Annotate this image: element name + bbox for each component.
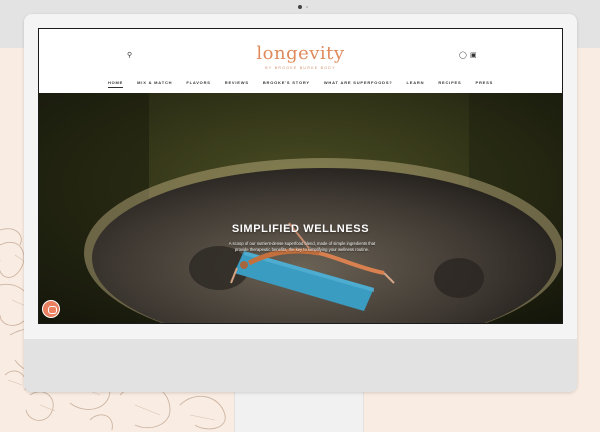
monitor-chin bbox=[24, 339, 577, 392]
nav-recipes[interactable]: RECIPES bbox=[438, 80, 461, 88]
nav-brookes-story[interactable]: BROOKE'S STORY bbox=[263, 80, 310, 88]
nav-learn[interactable]: LEARN bbox=[407, 80, 425, 88]
site-header: ⚲ longevity BY BROOKE BURKE BODY ◯ ▣ HOM… bbox=[39, 29, 562, 93]
nav-flavors[interactable]: FLAVORS bbox=[186, 80, 210, 88]
site-logo[interactable]: longevity bbox=[39, 43, 562, 64]
cart-icon[interactable]: ▣ bbox=[470, 52, 477, 60]
chat-icon[interactable] bbox=[42, 300, 60, 318]
website-screen: ⚲ longevity BY BROOKE BURKE BODY ◯ ▣ HOM… bbox=[38, 28, 563, 324]
hero-title: SIMPLIFIED WELLNESS bbox=[231, 223, 370, 235]
nav-what-are-superfoods[interactable]: WHAT ARE SUPERFOODS? bbox=[324, 80, 393, 88]
monitor-stand bbox=[234, 392, 364, 432]
sensor-dot bbox=[306, 6, 308, 8]
nav-mix-and-match[interactable]: MIX & MATCH bbox=[137, 80, 172, 88]
main-nav: HOME MIX & MATCH FLAVORS REVIEWS BROOKE'… bbox=[39, 80, 562, 88]
hero-banner: SIMPLIFIED WELLNESS A scoop of our nutri… bbox=[39, 93, 562, 323]
hero-description: A scoop of our nutrient-dense superfood … bbox=[228, 241, 376, 252]
nav-reviews[interactable]: REVIEWS bbox=[225, 80, 249, 88]
user-icon[interactable]: ◯ bbox=[459, 52, 467, 60]
camera-dot bbox=[298, 5, 302, 9]
nav-home[interactable]: HOME bbox=[107, 80, 124, 88]
nav-press[interactable]: PRESS bbox=[475, 80, 493, 88]
logo-tagline: BY BROOKE BURKE BODY bbox=[265, 66, 336, 70]
hero-image bbox=[39, 93, 562, 323]
